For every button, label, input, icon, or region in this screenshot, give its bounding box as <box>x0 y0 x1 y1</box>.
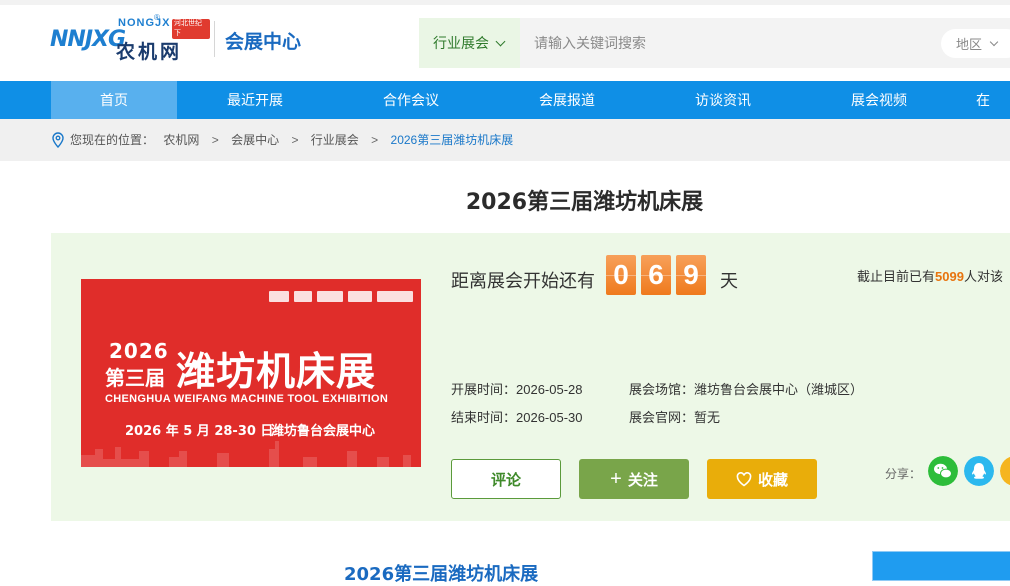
start-date-row: 开展时间：2026-05-28 <box>451 379 583 398</box>
logo-english: NONGJX <box>118 17 171 29</box>
registered-mark-icon: ® <box>154 13 160 22</box>
end-date-row: 结束时间：2026-05-30 <box>451 407 583 426</box>
region-label: 地区 <box>956 37 983 52</box>
discussion-count: 截止目前已有5099人对该 <box>857 266 1003 285</box>
site-section-title[interactable]: 会展中心 <box>225 27 301 54</box>
logo-divider <box>214 21 215 57</box>
category-label: 行业展会 <box>433 35 489 51</box>
site-header: NNJXG NONGJX ® 河北世纪下 农机网 会展中心 行业展会 地区 <box>0 5 1010 81</box>
countdown-digit: 6 <box>641 255 671 295</box>
countdown-digit: 9 <box>676 255 706 295</box>
plus-icon: + <box>610 468 622 490</box>
banner-english: CHENGHUA WEIFANG MACHINE TOOL EXHIBITION <box>105 393 389 405</box>
main-nav: 首页 最近开展 合作会议 会展报道 访谈资讯 展会视频 在 <box>0 81 1010 119</box>
follow-label: 关注 <box>627 471 658 489</box>
search-bar <box>520 18 1010 68</box>
start-date-value: 2026-05-28 <box>516 382 583 397</box>
nav-item-meetings[interactable]: 合作会议 <box>348 81 474 119</box>
website-row: 展会官网：暂无 <box>629 407 720 426</box>
breadcrumb-separator: > <box>371 133 379 147</box>
comment-label: 评论 <box>490 471 521 489</box>
nav-item-recent[interactable]: 最近开展 <box>192 81 318 119</box>
nav-item-more[interactable]: 在 <box>943 81 1010 119</box>
breadcrumb-separator: > <box>291 133 299 147</box>
countdown-digit: 0 <box>606 255 636 295</box>
nav-item-videos[interactable]: 展会视频 <box>816 81 942 119</box>
venue-value: 潍坊鲁台会展中心（潍城区） <box>694 382 864 397</box>
discussion-suffix: 人对该 <box>963 269 1003 284</box>
nav-item-interviews[interactable]: 访谈资讯 <box>660 81 786 119</box>
breadcrumb-separator: > <box>211 133 219 147</box>
countdown-label: 距离展会开始还有 <box>451 271 595 291</box>
follow-button[interactable]: + 关注 <box>579 459 689 499</box>
site-logo[interactable]: NNJXG NONGJX ® 河北世纪下 农机网 <box>50 13 210 67</box>
nav-item-home[interactable]: 首页 <box>51 81 177 119</box>
venue-label: 展会场馆： <box>629 382 695 397</box>
heart-icon <box>736 471 752 486</box>
banner-venue: 潍坊鲁台会展中心 <box>271 424 376 439</box>
banner-date: 2026 年 5 月 28-30 日 <box>125 424 274 439</box>
region-dropdown[interactable]: 地区 <box>941 29 1010 58</box>
start-date-label: 开展时间： <box>451 382 517 397</box>
countdown-unit: 天 <box>720 271 738 291</box>
breadcrumb-link-center[interactable]: 会展中心 <box>231 133 279 147</box>
breadcrumb-current[interactable]: 2026第三届潍坊机床展 <box>391 133 514 147</box>
banner-name: 潍坊机床展 <box>176 350 377 395</box>
website-value: 暂无 <box>694 410 721 425</box>
category-dropdown[interactable]: 行业展会 <box>419 18 520 68</box>
qq-icon[interactable] <box>964 456 994 486</box>
share-more-icon[interactable] <box>1000 456 1010 486</box>
discussion-prefix: 截止目前已有 <box>857 269 936 284</box>
logo-chinese: 农机网 <box>116 41 183 63</box>
logo-tag: 河北世纪下 <box>172 19 210 39</box>
breadcrumb-prefix: 您现在的位置： <box>70 133 155 147</box>
chevron-down-icon <box>495 36 506 46</box>
website-label: 展会官网： <box>629 410 695 425</box>
search-input[interactable] <box>534 18 914 68</box>
chevron-down-icon <box>989 37 999 46</box>
wechat-icon[interactable] <box>928 456 958 486</box>
section-title: 2026第三届潍坊机床展 <box>344 564 539 585</box>
location-pin-icon <box>52 132 64 148</box>
breadcrumb-link-home[interactable]: 农机网 <box>163 133 199 147</box>
comment-button[interactable]: 评论 <box>451 459 561 499</box>
favorite-label: 收藏 <box>757 471 788 489</box>
sponsor-logos <box>269 291 413 302</box>
nav-item-reports[interactable]: 会展报道 <box>504 81 630 119</box>
favorite-button[interactable]: 收藏 <box>707 459 817 499</box>
exhibition-banner[interactable]: 2026 第三届 潍坊机床展 CHENGHUA WEIFANG MACHINE … <box>81 279 421 467</box>
exhibition-info-panel: 2026 第三届 潍坊机床展 CHENGHUA WEIFANG MACHINE … <box>51 233 1010 521</box>
venue-row: 展会场馆：潍坊鲁台会展中心（潍城区） <box>629 379 863 398</box>
page-title: 2026第三届潍坊机床展 <box>465 190 704 215</box>
breadcrumb-link-category[interactable]: 行业展会 <box>311 133 359 147</box>
end-date-value: 2026-05-30 <box>516 410 583 425</box>
end-date-label: 结束时间： <box>451 410 517 425</box>
logo-mark: NNJXG <box>50 27 126 52</box>
banner-edition: 第三届 <box>105 366 165 390</box>
share-label: 分享： <box>885 467 922 481</box>
breadcrumb: 您现在的位置： 农机网 > 会展中心 > 行业展会 > 2026第三届潍坊机床展 <box>0 119 1010 161</box>
banner-year: 2026 <box>109 339 169 363</box>
sidebar-panel <box>872 551 1010 581</box>
discussion-number: 5099 <box>935 269 964 284</box>
